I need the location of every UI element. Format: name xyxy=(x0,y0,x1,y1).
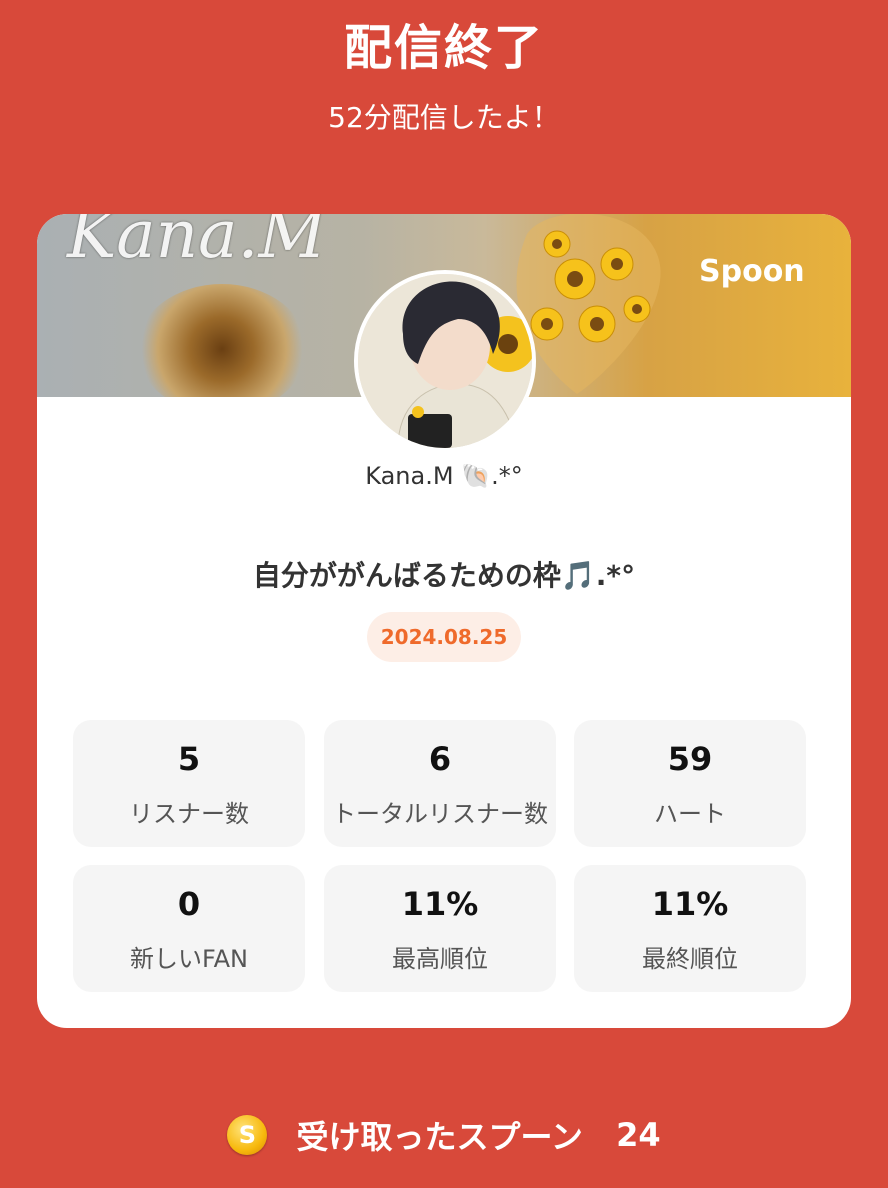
page-title: 配信終了 xyxy=(343,20,544,76)
stat-label: 最高順位 xyxy=(392,945,488,973)
spoon-logo: Spoon xyxy=(699,254,805,289)
stat-label: トータルリスナー数 xyxy=(332,800,548,828)
stat-label: ハート xyxy=(654,800,726,828)
stat-value: 6 xyxy=(428,740,452,778)
stat-value: 0 xyxy=(177,885,201,923)
stat-new-fans: 0 新しいFAN xyxy=(73,865,305,992)
blurred-flower-image xyxy=(137,284,307,397)
stat-label: リスナー数 xyxy=(129,800,249,828)
received-spoons-label: 受け取ったスプーン xyxy=(296,1118,583,1156)
stat-final-rank: 11% 最終順位 xyxy=(574,865,806,992)
stat-value: 5 xyxy=(177,740,201,778)
streamer-username: Kana.M 🐚.*° xyxy=(365,462,523,490)
avatar-illustration xyxy=(358,274,532,448)
stream-title: 自分ががんばるための枠🎵.*° xyxy=(252,559,636,592)
stat-hearts: 59 ハート xyxy=(574,720,806,847)
stat-value: 11% xyxy=(651,885,729,923)
stream-date-badge: 2024.08.25 xyxy=(367,612,521,662)
stat-label: 最終順位 xyxy=(642,945,738,973)
banner-handwriting-text: Kana.M xyxy=(67,214,327,273)
spoon-coin-icon: S xyxy=(227,1115,268,1155)
received-spoons-count: 24 xyxy=(616,1116,661,1154)
stream-duration-subtitle: 52分配信したよ！ xyxy=(328,101,560,134)
stat-value: 11% xyxy=(401,885,479,923)
received-spoons: S 受け取ったスプーン 24 xyxy=(0,1112,888,1162)
avatar xyxy=(354,270,536,452)
stream-summary-card: Kana.M Spoon Kana.M 🐚.*° 自分ががんばるための枠🎵.*°… xyxy=(37,214,851,1028)
stat-total-listeners: 6 トータルリスナー数 xyxy=(324,720,556,847)
stat-value: 59 xyxy=(667,740,713,778)
stat-listeners: 5 リスナー数 xyxy=(73,720,305,847)
stat-highest-rank: 11% 最高順位 xyxy=(324,865,556,992)
stat-label: 新しいFAN xyxy=(130,945,248,973)
